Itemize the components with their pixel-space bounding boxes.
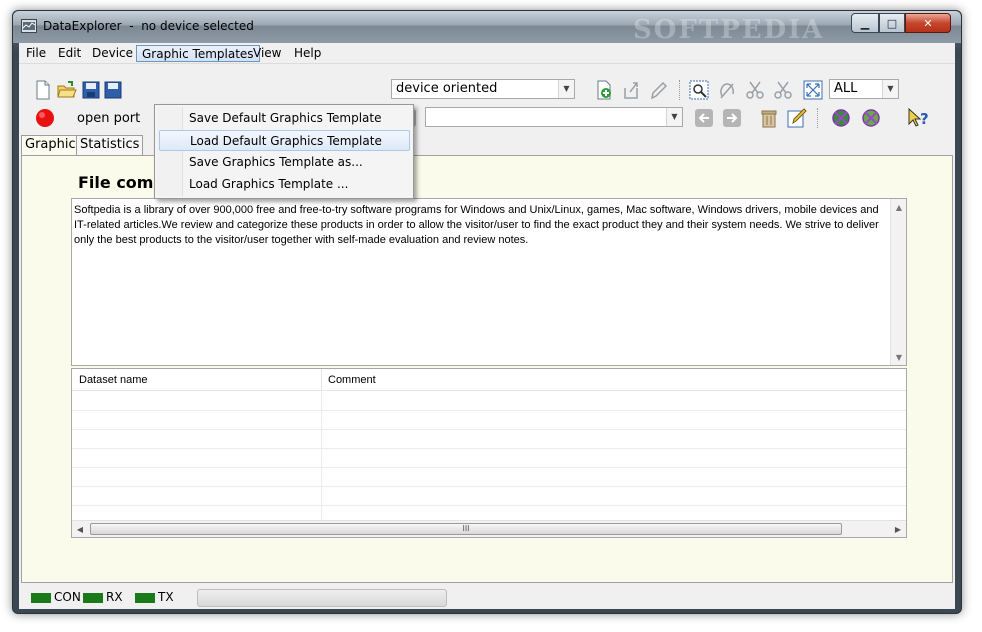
maximize-icon: □: [886, 16, 898, 30]
scroll-down-icon[interactable]: ▼: [891, 349, 907, 365]
new-file-icon[interactable]: [33, 80, 53, 100]
chevron-down-icon[interactable]: ▼: [666, 108, 682, 126]
app-window: DataExplorer - no device selected SOFTPE…: [12, 10, 962, 614]
edit-icon[interactable]: [649, 80, 669, 100]
record-set-combo[interactable]: ▼: [425, 107, 683, 127]
table-row[interactable]: [72, 449, 906, 468]
tab-graphic[interactable]: Graphic: [21, 135, 80, 155]
file-comment-panel: File comment Softpedia is a library of o…: [21, 155, 953, 583]
file-comment-text[interactable]: Softpedia is a library of over 900,000 f…: [74, 203, 886, 248]
device-mode-value: device oriented: [396, 81, 498, 96]
record-red-icon[interactable]: [35, 108, 55, 128]
scroll-up-icon[interactable]: ▲: [891, 199, 907, 215]
pan-icon[interactable]: [717, 80, 737, 100]
chevron-down-icon[interactable]: ▼: [558, 80, 574, 98]
svg-text:?: ?: [920, 110, 929, 128]
rx-indicator-label: RX: [106, 590, 123, 604]
scrollbar-grip: III: [462, 524, 470, 533]
save-disk-icon[interactable]: [81, 80, 101, 100]
chevron-down-icon[interactable]: ▼: [882, 80, 898, 98]
toolbar-separator: [817, 108, 818, 128]
zoom-window-icon[interactable]: [689, 80, 709, 100]
client-area: File Edit Device Graphic Templates View …: [19, 43, 955, 609]
menu-edit[interactable]: Edit: [53, 45, 86, 62]
status-bar: CON RX TX: [19, 585, 955, 609]
table-row[interactable]: [72, 468, 906, 487]
edit-comment-icon[interactable]: [787, 108, 807, 128]
table-header: Dataset name Comment: [72, 369, 906, 391]
rx-indicator-led: [83, 593, 103, 603]
next-arrow-icon[interactable]: [722, 108, 742, 128]
scroll-right-icon[interactable]: ▶: [890, 521, 906, 537]
close-icon: ✕: [923, 16, 933, 30]
scrollbar-thumb[interactable]: III: [90, 523, 842, 535]
menu-help[interactable]: Help: [289, 45, 326, 62]
delete-trash-icon[interactable]: [759, 108, 779, 128]
column-comment[interactable]: Comment: [322, 369, 906, 391]
comment-vertical-scrollbar[interactable]: ▲ ▼: [890, 199, 906, 365]
open-folder-icon[interactable]: [57, 80, 77, 100]
scroll-left-icon[interactable]: ◀: [72, 521, 88, 537]
graphic-templates-dropdown: Save Default Graphics Template Load Defa…: [154, 104, 414, 199]
con-indicator-label: CON: [54, 590, 81, 604]
softpedia-watermark: SOFTPEDIA: [633, 15, 825, 45]
close-button[interactable]: ✕: [905, 13, 951, 33]
tx-indicator-label: TX: [158, 590, 174, 604]
table-row[interactable]: [72, 411, 906, 430]
table-row[interactable]: [72, 392, 906, 411]
save-as-icon[interactable]: [103, 80, 123, 100]
tx-indicator-led: [135, 593, 155, 603]
menu-device[interactable]: Device: [87, 45, 138, 62]
table-horizontal-scrollbar[interactable]: ◀ III ▶: [72, 520, 906, 537]
file-comment-textarea[interactable]: Softpedia is a library of over 900,000 f…: [71, 198, 907, 366]
menu-file[interactable]: File: [21, 45, 51, 62]
add-dataset-icon[interactable]: [594, 80, 614, 100]
column-dataset-name[interactable]: Dataset name: [72, 369, 322, 391]
title-bar[interactable]: DataExplorer - no device selected SOFTPE…: [13, 11, 961, 45]
fit-view-icon[interactable]: [803, 80, 823, 100]
filter-value: ALL: [834, 81, 858, 96]
menu-save-default-template[interactable]: Save Default Graphics Template: [159, 108, 410, 129]
minimize-button[interactable]: ▁: [851, 13, 879, 33]
filter-combo[interactable]: ALL ▼: [829, 79, 899, 99]
menu-save-template-as[interactable]: Save Graphics Template as...: [159, 152, 410, 173]
menu-load-default-template[interactable]: Load Default Graphics Template: [159, 130, 410, 151]
help-pointer-icon[interactable]: ?: [907, 108, 933, 128]
toolbar-separator: [679, 80, 680, 100]
table-row[interactable]: [72, 487, 906, 506]
cut-icon[interactable]: [745, 80, 765, 100]
progress-bar: [197, 589, 447, 607]
cut-select-icon[interactable]: [773, 80, 793, 100]
tab-statistics[interactable]: Statistics: [76, 135, 144, 155]
menu-graphic-templates[interactable]: Graphic Templates: [136, 45, 260, 62]
table-row[interactable]: [72, 506, 906, 520]
export-icon[interactable]: [622, 80, 642, 100]
window-title: DataExplorer - no device selected: [43, 19, 254, 33]
open-port-label[interactable]: open port: [77, 111, 140, 126]
menu-load-template[interactable]: Load Graphics Template ...: [159, 174, 410, 195]
device-mode-combo[interactable]: device oriented ▼: [391, 79, 575, 99]
settings-globe-alt-icon[interactable]: [861, 108, 881, 128]
dataset-table: Dataset name Comment ◀ III ▶: [71, 368, 907, 538]
menu-bar: File Edit Device Graphic Templates View …: [19, 43, 955, 63]
con-indicator-led: [31, 593, 51, 603]
maximize-button[interactable]: □: [879, 13, 905, 33]
app-icon: [21, 19, 37, 33]
minimize-icon: ▁: [860, 16, 870, 30]
table-row[interactable]: [72, 430, 906, 449]
settings-globe-icon[interactable]: [831, 108, 851, 128]
previous-arrow-icon[interactable]: [694, 108, 714, 128]
menu-view[interactable]: View: [248, 45, 286, 62]
